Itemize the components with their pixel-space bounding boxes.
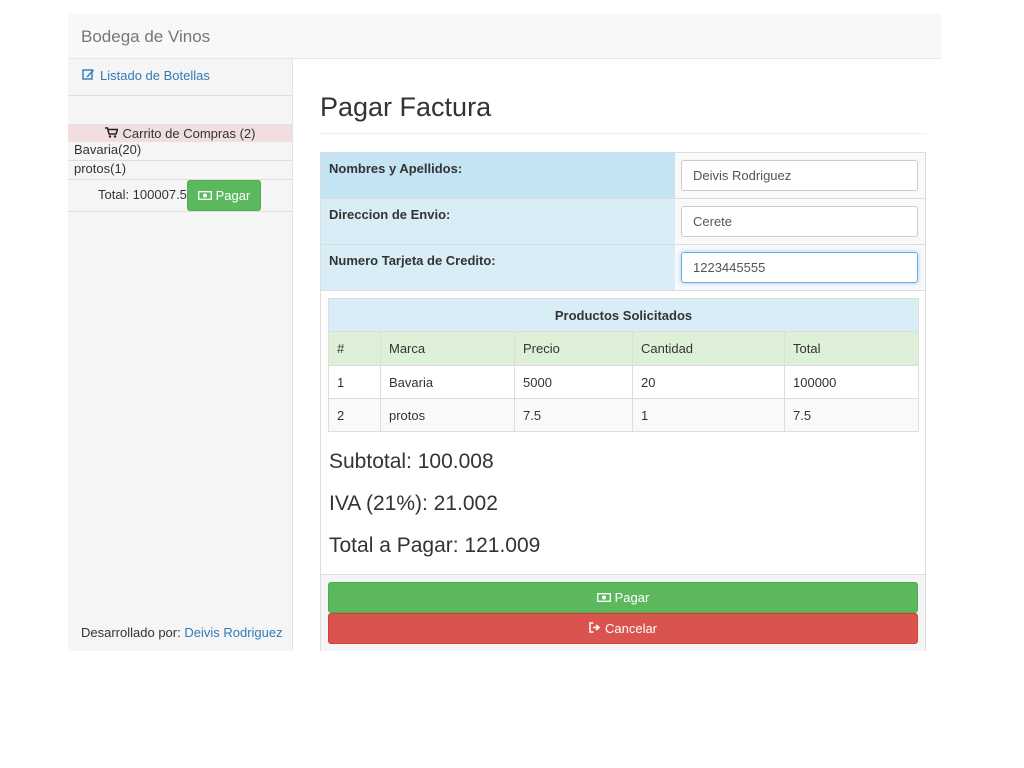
table-row: 1 Bavaria 5000 20 100000 (328, 365, 919, 399)
table-cell: 5000 (514, 365, 633, 399)
cart-pay-label: Pagar (215, 188, 251, 203)
form-row-name: Nombres y Apellidos: (321, 153, 925, 199)
column-header: Precio (514, 331, 633, 366)
sign-out-icon (589, 621, 601, 636)
navbar: Bodega de Vinos (68, 14, 941, 59)
money-icon (596, 590, 611, 605)
form-cell (675, 199, 925, 244)
cart-item: protos(1) (74, 161, 127, 176)
iva-text: IVA (21%): 21.002 (329, 492, 498, 515)
bottle-list-label: Listado de Botellas (100, 68, 210, 83)
invoice-panel: Nombres y Apellidos: Direccion de Envio:… (320, 152, 926, 651)
table-header-row: # Marca Precio Cantidad Total (328, 331, 919, 366)
page-title: Pagar Factura (320, 92, 492, 122)
table-cell: 7.5 (784, 398, 919, 432)
form-row-card: Numero Tarjeta de Credito: (321, 245, 925, 291)
products-title: Productos Solicitados (328, 298, 919, 332)
table-cell: 20 (632, 365, 785, 399)
form-row-address: Direccion de Envio: (321, 199, 925, 245)
table-cell: protos (380, 398, 515, 432)
pay-label: Pagar (614, 590, 650, 605)
column-header: Cantidad (632, 331, 785, 366)
name-field[interactable] (681, 160, 918, 191)
subtotal-text: Subtotal: 100.008 (329, 450, 494, 473)
card-label: Numero Tarjeta de Credito: (321, 245, 675, 290)
table-cell: 1 (632, 398, 785, 432)
table-cell: 1 (328, 365, 381, 399)
column-header: Marca (380, 331, 515, 366)
money-icon (197, 188, 212, 203)
credit-card-field[interactable] (681, 252, 918, 283)
edit-icon (82, 68, 95, 83)
table-cell: Bavaria (380, 365, 515, 399)
footer-author-link[interactable]: Deivis Rodriguez (184, 625, 282, 640)
cart-pay-button[interactable]: Pagar (187, 180, 261, 211)
total-text: Total a Pagar: 121.009 (329, 534, 541, 557)
sidebar: Listado de Botellas Carrito de Compras (… (68, 59, 293, 651)
pay-button[interactable]: Pagar (328, 582, 918, 613)
panel-footer: Pagar Cancelar (321, 575, 925, 651)
footer-prefix: Desarrollado por: (81, 625, 181, 640)
cart-item: Bavaria(20) (74, 142, 142, 157)
address-field[interactable] (681, 206, 918, 237)
divider (320, 133, 926, 134)
divider (68, 211, 292, 212)
column-header: Total (784, 331, 919, 366)
divider (68, 95, 292, 96)
cart-title: Carrito de Compras (2) (122, 125, 256, 141)
bottle-list-link[interactable]: Listado de Botellas (82, 68, 210, 83)
name-label: Nombres y Apellidos: (321, 153, 675, 198)
table-row: 2 protos 7.5 1 7.5 (328, 398, 919, 432)
products-table: Productos Solicitados # Marca Precio Can… (328, 298, 919, 432)
footer-credit: Desarrollado por: Deivis Rodriguez (81, 625, 283, 640)
cart-total: Total: 100007.5 (98, 187, 187, 202)
form-cell (675, 245, 925, 290)
table-cell: 2 (328, 398, 381, 432)
brand-title[interactable]: Bodega de Vinos (81, 27, 210, 47)
address-label: Direccion de Envio: (321, 199, 675, 244)
cancel-label: Cancelar (604, 621, 658, 636)
table-cell: 7.5 (514, 398, 633, 432)
column-header: # (328, 331, 381, 366)
cart-header: Carrito de Compras (2) (68, 124, 292, 142)
cancel-button[interactable]: Cancelar (328, 613, 918, 644)
form-cell (675, 153, 925, 198)
shopping-cart-icon (104, 126, 119, 141)
table-cell: 100000 (784, 365, 919, 399)
